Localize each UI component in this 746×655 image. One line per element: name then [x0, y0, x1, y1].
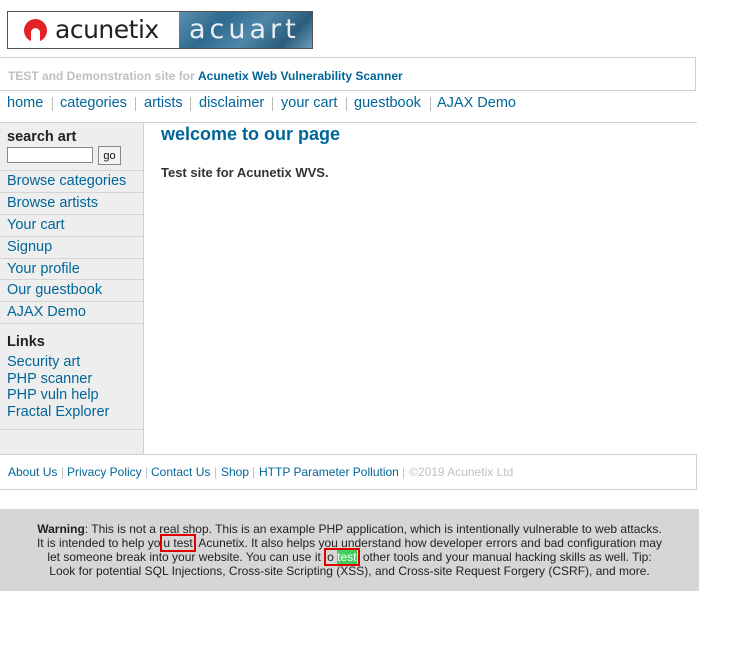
footer-copyright: ©2019 Acunetix Ltd [409, 465, 514, 479]
warning-text: let someone break into your website. You… [47, 550, 325, 564]
nav-separator [272, 97, 273, 111]
warning-text: Acunetix. It also helps you understand h… [195, 536, 663, 550]
links-heading: Links [7, 334, 45, 350]
sidebar-item-signup[interactable]: Signup [0, 236, 143, 257]
nav-disclaimer[interactable]: disclaimer [199, 95, 264, 111]
logo-brand-text: acunetix [55, 15, 159, 44]
warning-text: It is intended to help yo [36, 536, 161, 550]
footer-shop[interactable]: Shop [221, 465, 249, 479]
go-button[interactable]: go [98, 146, 121, 165]
divider [0, 429, 143, 430]
site-logo[interactable]: acunetix acuart [7, 11, 313, 49]
warning-line: Warning: This is not a real shop. This i… [0, 522, 699, 536]
footer-privacy-policy[interactable]: Privacy Policy [67, 465, 142, 479]
divider [0, 323, 143, 324]
warning-label: Warning [37, 522, 85, 536]
nav-guestbook[interactable]: guestbook [354, 95, 421, 111]
logo-product-text: acuart [189, 14, 300, 45]
footer: About Us | Privacy Policy | Contact Us |… [0, 454, 697, 490]
footer-contact-us[interactable]: Contact Us [151, 465, 210, 479]
footer-about-us[interactable]: About Us [8, 465, 57, 479]
sidebar-item-label[interactable]: Browse artists [7, 195, 98, 211]
sidebar-item-label[interactable]: Signup [7, 239, 52, 255]
nav-separator [52, 97, 53, 111]
sidebar: search art go Browse categories Browse a… [0, 123, 144, 454]
warning-banner: Warning: This is not a real shop. This i… [0, 509, 699, 591]
warning-line: let someone break into your website. You… [0, 548, 699, 566]
tagline-prefix: TEST and Demonstration site for [8, 69, 195, 83]
sidebar-item-ajax-demo[interactable]: AJAX Demo [0, 301, 143, 322]
sidebar-item-label[interactable]: Our guestbook [7, 282, 102, 298]
scanner-link[interactable]: Acunetix Web Vulnerability Scanner [198, 69, 403, 83]
sidebar-item-browse-categories[interactable]: Browse categories [0, 170, 143, 191]
nav-your-cart[interactable]: your cart [281, 95, 337, 111]
tagline-bar: TEST and Demonstration site for Acunetix… [0, 57, 696, 91]
nav-home[interactable]: home [7, 95, 43, 111]
nav-categories[interactable]: categories [60, 95, 127, 111]
link-security-art[interactable]: Security art [7, 354, 80, 370]
footer-separator: | [61, 465, 65, 479]
acuart-banner: acuart [179, 12, 312, 48]
highlight-prefix: o [327, 550, 338, 564]
nav-separator [190, 97, 191, 111]
highlight-selected-text: test [337, 550, 357, 564]
footer-separator: | [402, 465, 406, 479]
warning-text: other tools and your manual hacking skil… [359, 550, 652, 564]
nav-separator [430, 97, 431, 111]
link-php-vuln-help[interactable]: PHP vuln help [7, 387, 99, 403]
footer-separator: | [252, 465, 256, 479]
sidebar-item-your-profile[interactable]: Your profile [0, 258, 143, 279]
link-fractal-explorer[interactable]: Fractal Explorer [7, 404, 109, 420]
link-php-scanner[interactable]: PHP scanner [7, 371, 92, 387]
footer-http-parameter-pollution[interactable]: HTTP Parameter Pollution [259, 465, 399, 479]
warning-line: Look for potential SQL Injections, Cross… [49, 564, 650, 578]
nav-separator [135, 97, 136, 111]
page-title: welcome to our page [161, 124, 341, 144]
sidebar-item-browse-artists[interactable]: Browse artists [0, 192, 143, 213]
sidebar-item-our-guestbook[interactable]: Our guestbook [0, 279, 143, 300]
footer-separator: | [145, 465, 149, 479]
search-label: search art [7, 129, 77, 145]
sidebar-item-label[interactable]: AJAX Demo [7, 304, 86, 320]
sidebar-item-label[interactable]: Browse categories [7, 173, 126, 189]
page-intro: Test site for Acunetix WVS. [161, 165, 329, 180]
footer-separator: | [214, 465, 218, 479]
search-input[interactable] [7, 147, 93, 163]
sidebar-item-label[interactable]: Your cart [7, 217, 65, 233]
nav-ajax-demo[interactable]: AJAX Demo [437, 95, 516, 111]
acunetix-mark-icon [24, 19, 47, 42]
nav-artists[interactable]: artists [144, 95, 183, 111]
nav-separator [346, 97, 347, 111]
acunetix-logo: acunetix [8, 12, 179, 48]
sidebar-item-label[interactable]: Your profile [7, 261, 80, 277]
sidebar-item-your-cart[interactable]: Your cart [0, 214, 143, 235]
